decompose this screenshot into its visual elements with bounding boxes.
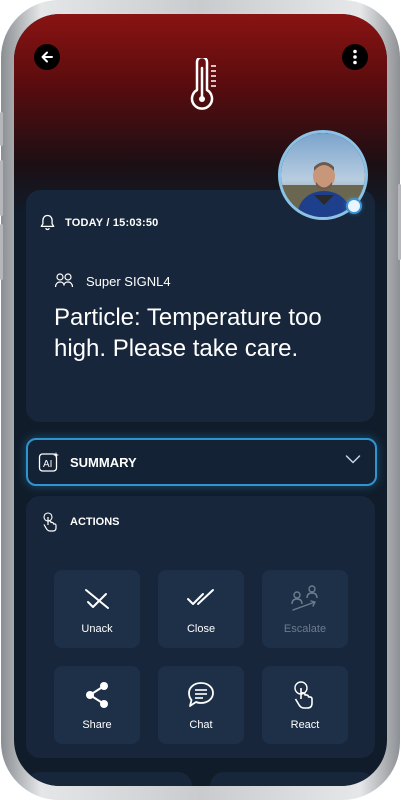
escalate-label: Escalate xyxy=(283,623,327,635)
online-status-dot xyxy=(348,200,360,212)
double-check-icon xyxy=(187,589,214,605)
share-label: Share xyxy=(82,719,112,731)
timestamp-row: TODAY / 15:03:50 xyxy=(40,214,159,231)
svg-text:AI: AI xyxy=(43,459,52,470)
summary-expander[interactable]: AI SUMMARY xyxy=(26,438,377,486)
alert-card: TODAY / 15:03:50 Super SIGNL4 Particle: … xyxy=(26,190,375,422)
arrow-left-icon xyxy=(41,51,53,63)
escalate-button[interactable]: Escalate xyxy=(262,570,348,648)
react-icon xyxy=(294,681,313,709)
summary-label: SUMMARY xyxy=(70,454,137,470)
thermometer-icon xyxy=(190,58,216,110)
unack-button[interactable]: Unack xyxy=(54,570,140,648)
touch-icon xyxy=(43,512,57,532)
side-button xyxy=(0,112,3,146)
share-button[interactable]: Share xyxy=(54,666,140,744)
unack-icon xyxy=(85,589,109,609)
chevron-down-icon xyxy=(345,455,361,464)
alert-timestamp: TODAY / 15:03:50 xyxy=(65,216,159,229)
close-label: Close xyxy=(186,623,216,635)
bell-icon xyxy=(40,214,55,231)
escalate-icon xyxy=(291,585,318,611)
sender-row: Super SIGNL4 xyxy=(54,272,171,290)
alert-message: Particle: Temperature too high. Please t… xyxy=(54,304,322,362)
next-card-peek xyxy=(210,772,375,786)
unack-label: Unack xyxy=(81,623,113,635)
actions-card: ACTIONS Unack Close Escalate Share Chat … xyxy=(26,496,375,758)
chat-label: Chat xyxy=(189,719,213,731)
app-screen: TODAY / 15:03:50 Super SIGNL4 Particle: … xyxy=(14,14,387,786)
ai-summary-icon: AI xyxy=(38,452,59,472)
share-icon xyxy=(86,682,108,708)
back-button[interactable] xyxy=(34,44,60,70)
react-button[interactable]: React xyxy=(262,666,348,744)
next-card-peek xyxy=(26,772,192,786)
react-label: React xyxy=(290,719,320,731)
sender-name: Super SIGNL4 xyxy=(86,273,171,289)
side-button xyxy=(0,224,3,280)
side-button xyxy=(0,160,3,216)
more-options-button[interactable] xyxy=(342,44,368,70)
close-button[interactable]: Close xyxy=(158,570,244,648)
team-icon xyxy=(54,273,74,288)
chat-button[interactable]: Chat xyxy=(158,666,244,744)
more-vertical-icon xyxy=(353,49,357,65)
actions-title: ACTIONS xyxy=(70,516,120,528)
actions-header: ACTIONS xyxy=(42,512,120,532)
chat-icon xyxy=(188,682,214,707)
